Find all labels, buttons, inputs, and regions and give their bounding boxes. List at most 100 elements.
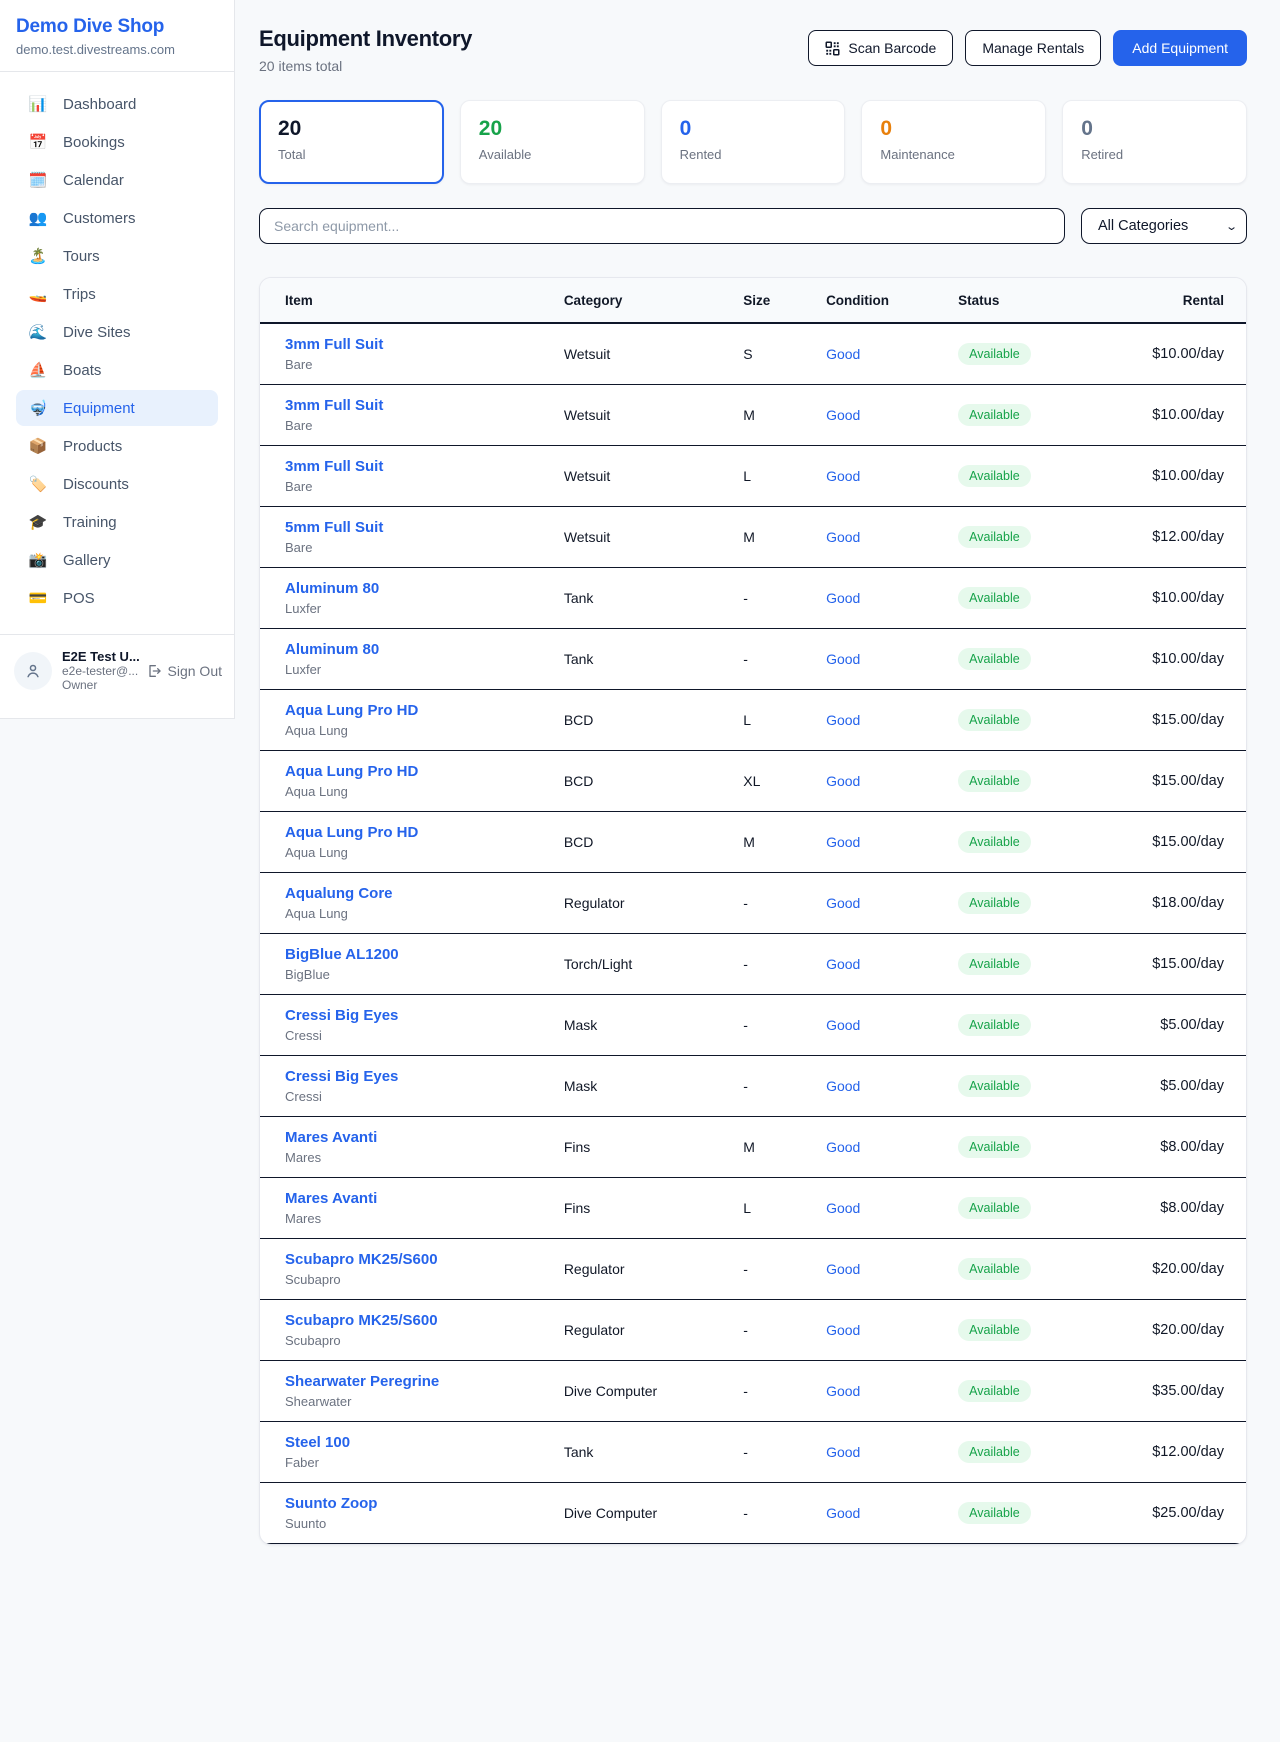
main-content: Equipment Inventory 20 items total Scan … [235,0,1280,1545]
scan-barcode-button[interactable]: Scan Barcode [808,30,953,66]
speedboat-icon: 🚤 [28,285,48,303]
item-name-link[interactable]: Cressi Big Eyes [285,1068,548,1085]
item-category: Wetsuit [556,384,735,445]
sidebar-item-gallery[interactable]: 📸 Gallery [16,542,218,578]
sidebar-item-products[interactable]: 📦 Products [16,428,218,464]
sidebar-item-equipment[interactable]: 🤿 Equipment [16,390,218,426]
item-name-link[interactable]: BigBlue AL1200 [285,946,548,963]
stat-card[interactable]: 0 Maintenance [861,100,1046,184]
item-name-link[interactable]: Cressi Big Eyes [285,1007,548,1024]
item-size: M [735,811,818,872]
user-name: E2E Test U... [62,649,136,664]
item-brand: Scubapro [285,1333,548,1348]
item-name-link[interactable]: 3mm Full Suit [285,397,548,414]
item-name-link[interactable]: Suunto Zoop [285,1495,548,1512]
item-condition: Good [818,628,950,689]
stat-card[interactable]: 20 Total [259,100,444,184]
status-badge: Available [958,1441,1031,1463]
user-box: E2E Test U... e2e-tester@... Owner Sign … [0,634,234,704]
item-category: Wetsuit [556,445,735,506]
sidebar-item-label: Gallery [63,552,111,569]
item-name-link[interactable]: Aqua Lung Pro HD [285,824,548,841]
stat-value: 0 [880,117,1027,141]
wave-icon: 🌊 [28,323,48,341]
status-badge: Available [958,526,1031,548]
item-brand: Aqua Lung [285,906,548,921]
item-brand: Scubapro [285,1272,548,1287]
item-rental-rate: $10.00/day [1100,445,1246,506]
item-name-link[interactable]: Aqua Lung Pro HD [285,702,548,719]
item-rental-rate: $10.00/day [1100,384,1246,445]
sidebar-item-label: Equipment [63,400,135,417]
stat-card[interactable]: 0 Rented [661,100,846,184]
item-rental-rate: $15.00/day [1100,750,1246,811]
sidebar-item-customers[interactable]: 👥 Customers [16,200,218,236]
sidebar-item-trips[interactable]: 🚤 Trips [16,276,218,312]
item-name-link[interactable]: Mares Avanti [285,1190,548,1207]
equipment-table-card: Item Category Size Condition Status Rent… [259,277,1247,1545]
calendar-icon: 📅 [28,133,48,151]
status-badge: Available [958,648,1031,670]
item-name-link[interactable]: Scubapro MK25/S600 [285,1312,548,1329]
item-name-link[interactable]: 5mm Full Suit [285,519,548,536]
item-name-link[interactable]: Steel 100 [285,1434,548,1451]
sidebar-item-label: Training [63,514,117,531]
item-condition: Good [818,1421,950,1482]
sidebar-item-bookings[interactable]: 📅 Bookings [16,124,218,160]
status-badge: Available [958,1258,1031,1280]
manage-rentals-button[interactable]: Manage Rentals [965,30,1101,66]
stat-card[interactable]: 20 Available [460,100,645,184]
item-name-link[interactable]: Scubapro MK25/S600 [285,1251,548,1268]
item-rental-rate: $15.00/day [1100,689,1246,750]
item-name-link[interactable]: Aluminum 80 [285,580,548,597]
item-rental-rate: $5.00/day [1100,1055,1246,1116]
add-equipment-button[interactable]: Add Equipment [1113,30,1247,66]
sailboat-icon: ⛵ [28,361,48,379]
status-badge: Available [958,1380,1031,1402]
item-name-link[interactable]: 3mm Full Suit [285,458,548,475]
item-size: L [735,445,818,506]
sidebar-item-dashboard[interactable]: 📊 Dashboard [16,86,218,122]
item-name-link[interactable]: Aqua Lung Pro HD [285,763,548,780]
item-size: - [735,1421,818,1482]
item-brand: Faber [285,1455,548,1470]
sidebar-item-label: Tours [63,248,100,265]
table-header-row: Item Category Size Condition Status Rent… [260,278,1246,323]
item-condition: Good [818,567,950,628]
item-name-link[interactable]: Mares Avanti [285,1129,548,1146]
sidebar-item-pos[interactable]: 💳 POS [16,580,218,616]
sidebar-item-label: Products [63,438,122,455]
item-brand: Cressi [285,1089,548,1104]
item-name-link[interactable]: Aluminum 80 [285,641,548,658]
category-select[interactable]: All Categories ⌄ [1081,208,1247,244]
item-size: - [735,1482,818,1543]
sidebar-item-label: Calendar [63,172,124,189]
column-header-status: Status [950,278,1100,323]
item-name-link[interactable]: Shearwater Peregrine [285,1373,548,1390]
sidebar-item-tours[interactable]: 🏝️ Tours [16,238,218,274]
stat-card[interactable]: 0 Retired [1062,100,1247,184]
page-title-block: Equipment Inventory 20 items total [259,26,472,74]
sidebar-item-boats[interactable]: ⛵ Boats [16,352,218,388]
item-category: Fins [556,1177,735,1238]
sidebar-item-discounts[interactable]: 🏷️ Discounts [16,466,218,502]
status-badge: Available [958,1136,1031,1158]
table-row: 3mm Full Suit Bare Wetsuit S Good Availa… [260,323,1246,384]
status-badge: Available [958,1319,1031,1341]
item-rental-rate: $20.00/day [1100,1238,1246,1299]
status-badge: Available [958,831,1031,853]
sidebar-item-label: Boats [63,362,101,379]
stat-label: Total [278,147,425,162]
search-input[interactable] [259,208,1065,244]
item-name-link[interactable]: Aqualung Core [285,885,548,902]
sidebar-item-calendar[interactable]: 🗓️ Calendar [16,162,218,198]
stat-label: Available [479,147,626,162]
item-condition: Good [818,750,950,811]
item-name-link[interactable]: 3mm Full Suit [285,336,548,353]
sidebar-item-dive-sites[interactable]: 🌊 Dive Sites [16,314,218,350]
item-category: Fins [556,1116,735,1177]
barcode-icon [825,41,840,56]
sign-out-button[interactable]: Sign Out [146,663,222,679]
sidebar-item-training[interactable]: 🎓 Training [16,504,218,540]
table-row: Suunto Zoop Suunto Dive Computer - Good … [260,1482,1246,1543]
